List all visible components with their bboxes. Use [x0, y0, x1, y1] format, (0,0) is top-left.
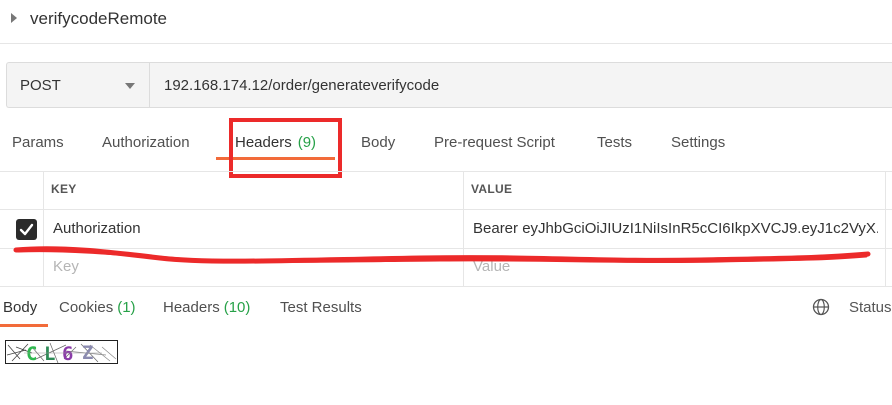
chevron-down-icon: [125, 83, 135, 89]
annotation-highlight-box: [229, 118, 342, 178]
tab-authorization[interactable]: Authorization: [102, 134, 190, 151]
tab-label: Cookies: [59, 299, 114, 316]
tab-response-headers[interactable]: Headers (10): [163, 299, 250, 316]
table-header-divider: [0, 209, 892, 210]
url-input[interactable]: 192.168.174.12/order/generateverifycode: [149, 62, 892, 108]
tab-response-cookies[interactable]: Cookies (1): [59, 299, 136, 316]
method-label: POST: [20, 77, 61, 94]
captcha-char: 6: [62, 343, 73, 364]
tab-response-body[interactable]: Body: [3, 299, 37, 316]
table-border-top: [0, 171, 892, 172]
header-value-cell[interactable]: Bearer eyJhbGciOiJIUzI1NiIsInR5cCI6IkpXV…: [473, 220, 878, 237]
tab-label: Authorization: [102, 134, 190, 151]
tab-params[interactable]: Params: [12, 134, 64, 151]
tab-count: (1): [117, 299, 136, 316]
tab-count: (10): [223, 299, 251, 316]
method-select[interactable]: POST: [6, 62, 149, 108]
url-text: 192.168.174.12/order/generateverifycode: [164, 77, 440, 94]
tab-label: Body: [361, 134, 396, 151]
status-label: Status:: [849, 299, 892, 316]
captcha-char: C: [26, 343, 37, 364]
tab-label: Params: [12, 134, 64, 151]
response-tabs: Body Cookies (1) Headers (10) Test Results: [0, 288, 892, 328]
table-border-bottom: [0, 286, 892, 287]
column-header-key: KEY: [51, 182, 77, 196]
request-name[interactable]: verifycodeRemote: [30, 9, 167, 29]
request-tabs: Params Authorization Headers (9) Body Pre…: [0, 122, 892, 164]
tab-label: Settings: [671, 134, 726, 151]
tab-body[interactable]: Body: [361, 134, 395, 151]
captcha-char: L: [44, 343, 55, 364]
tab-label: Body: [3, 299, 38, 316]
tab-label: Headers: [163, 299, 220, 316]
globe-icon[interactable]: [812, 298, 830, 316]
request-title-bar: verifycodeRemote: [0, 0, 892, 44]
tab-label: Tests: [597, 134, 633, 151]
captcha-image: C L 6 Z: [5, 340, 118, 364]
header-key-cell[interactable]: Authorization: [53, 220, 141, 237]
tab-label: Test Results: [280, 299, 362, 316]
tab-label: Pre-request Script: [434, 134, 555, 151]
active-tab-indicator: [0, 324, 48, 327]
tab-pre-request-script[interactable]: Pre-request Script: [434, 134, 555, 151]
tab-settings[interactable]: Settings: [671, 134, 725, 151]
column-header-value: VALUE: [471, 182, 513, 196]
tab-tests[interactable]: Tests: [597, 134, 632, 151]
annotation-underline: [13, 246, 871, 264]
caret-right-icon[interactable]: [11, 13, 17, 23]
tab-response-test-results[interactable]: Test Results: [280, 299, 362, 316]
